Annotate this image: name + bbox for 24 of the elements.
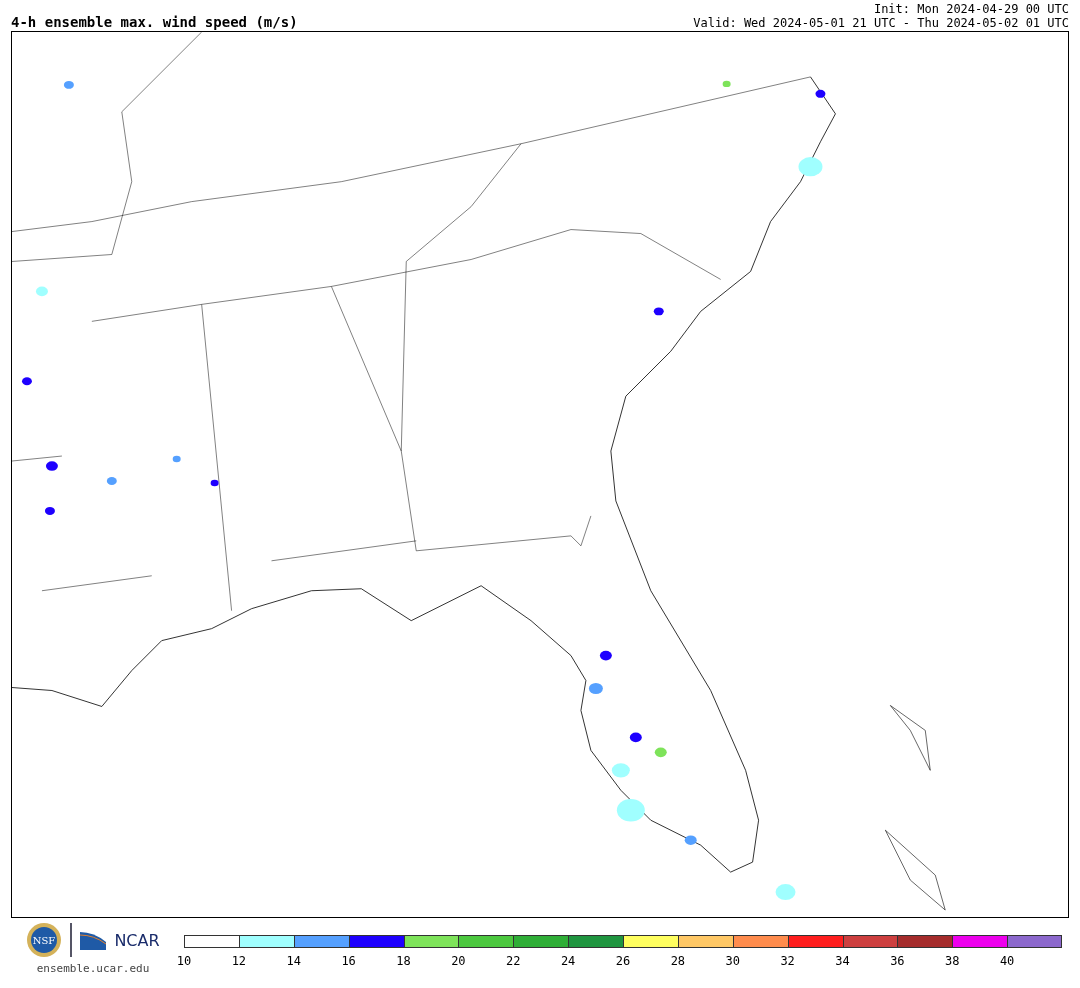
colorbar-label: 30 <box>725 954 740 968</box>
colorbar-label: 22 <box>506 954 521 968</box>
colorbar-label: 26 <box>615 954 631 968</box>
colorbar-label: 10 <box>176 954 192 968</box>
valid-time: Valid: Wed 2024-05-01 21 UTC - Thu 2024-05-02 01 UTC <box>693 16 1069 30</box>
colorbar-label: 24 <box>560 954 576 968</box>
colorbar-label: 38 <box>945 954 960 968</box>
nsf-logo: NSF <box>26 922 63 958</box>
colorbar-label: 14 <box>286 954 301 968</box>
ncar-logo-icon <box>80 930 107 950</box>
logo-divider <box>70 923 73 957</box>
colorbar-label: 28 <box>670 954 686 968</box>
init-time: Init: Mon 2024-04-29 00 UTC <box>873 2 1069 16</box>
colorbar-label: 36 <box>890 954 905 968</box>
chart-title: 4-h ensemble max. wind speed (m/s) <box>11 14 298 30</box>
colorbar-label: 32 <box>780 954 795 968</box>
colorbar-label: 16 <box>341 954 356 968</box>
ncar-logo-text: NCAR <box>114 930 160 950</box>
colorbar-label: 40 <box>999 954 1015 968</box>
colorbar-label: 18 <box>396 954 411 968</box>
colorbar-label: 12 <box>231 954 247 968</box>
site-url: ensemble.ucar.edu <box>36 962 150 975</box>
colorbar-label: 20 <box>451 954 466 968</box>
colorbar-label: 34 <box>835 954 850 968</box>
